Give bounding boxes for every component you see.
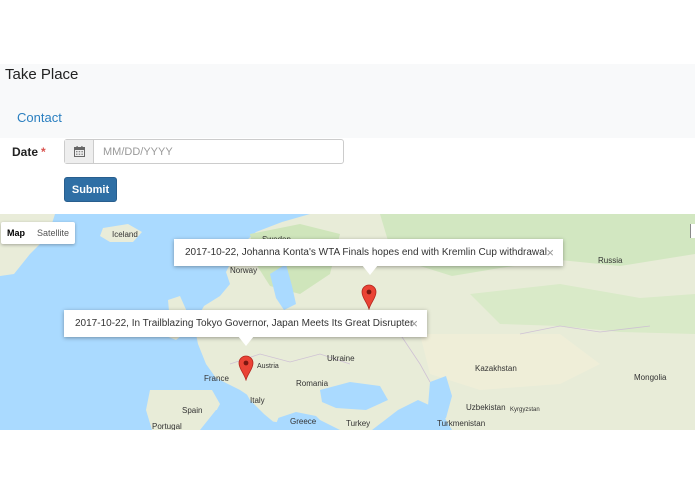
date-input[interactable] <box>94 140 343 163</box>
infowindow-text: 2017-10-22, In Trailblazing Tokyo Govern… <box>75 318 414 329</box>
infowindow-pointer <box>238 336 254 346</box>
submit-button[interactable]: Submit <box>64 177 117 202</box>
place-label-spain: Spain <box>182 406 203 415</box>
nav-link-contact[interactable]: Contact <box>17 110 62 125</box>
infowindow-text: 2017-10-22, Johanna Konta's WTA Finals h… <box>185 247 547 258</box>
place-label-turkey: Turkey <box>346 419 371 428</box>
place-label-kyrgyzstan: Kyrgyzstan <box>510 407 540 413</box>
navbar <box>0 64 695 138</box>
map-infowindow[interactable]: 2017-10-22, In Trailblazing Tokyo Govern… <box>64 310 427 337</box>
place-label-portugal: Portugal <box>152 422 182 430</box>
infowindow-pointer <box>362 265 378 275</box>
place-label-turkmenistan: Turkmenistan <box>437 419 486 428</box>
close-icon[interactable]: × <box>546 239 554 266</box>
map-infowindow[interactable]: 2017-10-22, Johanna Konta's WTA Finals h… <box>174 239 563 266</box>
place-label-russia: Russia <box>598 256 623 265</box>
map[interactable]: Map Satellite Iceland Sweden Norway Russ… <box>0 214 695 430</box>
place-label-iceland: Iceland <box>112 230 138 239</box>
map-type-control: Map Satellite <box>1 222 76 244</box>
map-marker-icon[interactable] <box>361 284 377 310</box>
date-label: Date * <box>12 145 46 159</box>
place-label-greece: Greece <box>290 417 317 426</box>
required-mark: * <box>41 145 46 159</box>
close-icon[interactable]: × <box>410 310 418 337</box>
place-label-austria: Austria <box>257 363 279 370</box>
place-label-uzbekistan: Uzbekistan <box>466 403 506 412</box>
map-type-map-button[interactable]: Map <box>1 222 31 244</box>
place-label-kazakhstan: Kazakhstan <box>475 364 517 373</box>
brand-title[interactable]: Take Place <box>5 66 78 83</box>
place-label-france: France <box>204 374 229 383</box>
place-label-norway: Norway <box>230 266 258 275</box>
date-input-group <box>64 139 344 164</box>
fullscreen-button[interactable] <box>690 224 695 238</box>
place-label-mongolia: Mongolia <box>634 373 667 382</box>
place-label-italy: Italy <box>250 396 265 405</box>
calendar-icon[interactable] <box>65 140 94 163</box>
map-type-satellite-button[interactable]: Satellite <box>31 222 75 244</box>
place-label-ukraine: Ukraine <box>327 354 355 363</box>
place-label-romania: Romania <box>296 379 329 388</box>
date-label-text: Date <box>12 145 39 159</box>
map-marker-icon[interactable] <box>238 355 254 381</box>
